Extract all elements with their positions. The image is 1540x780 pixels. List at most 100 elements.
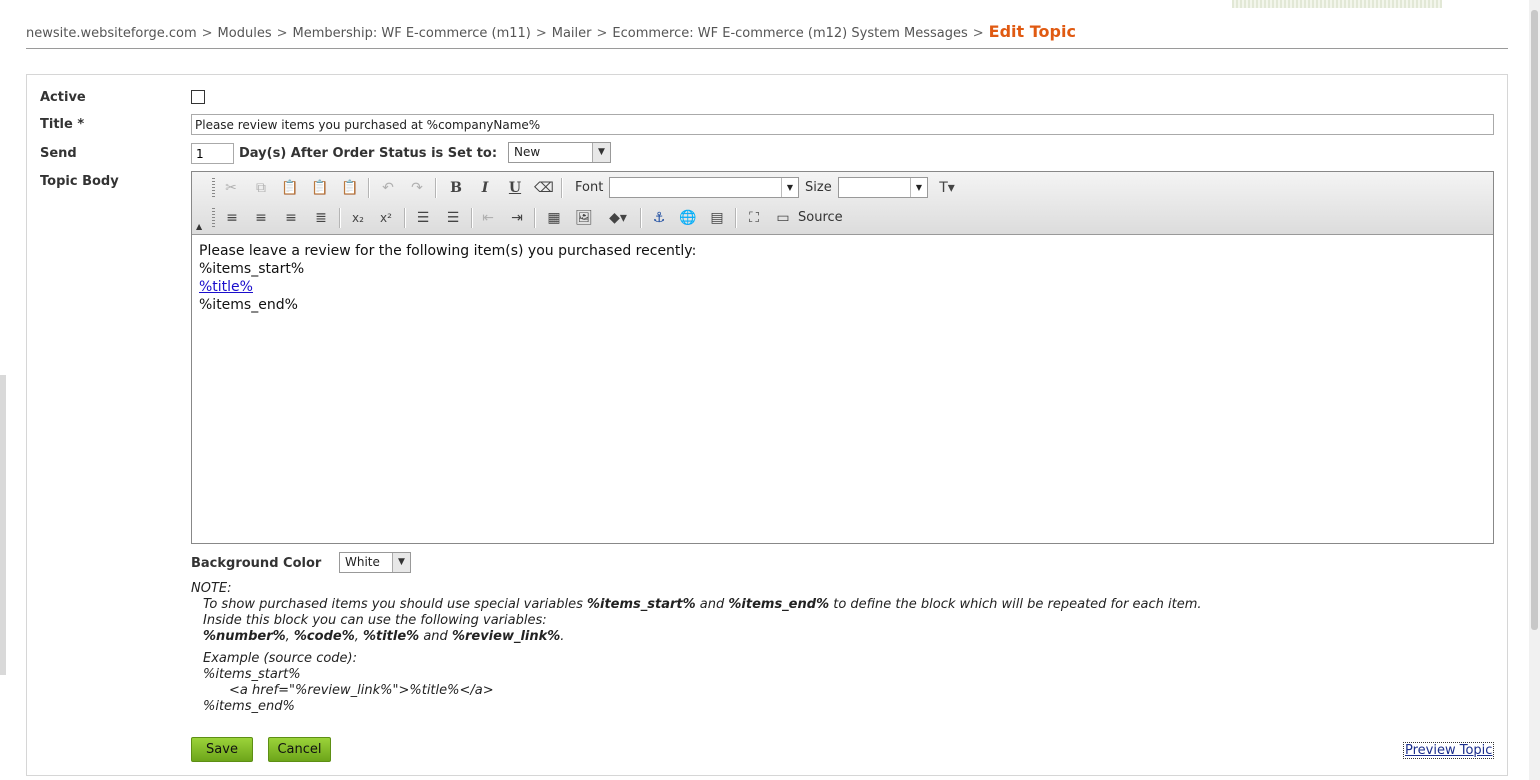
breadcrumb-site[interactable]: newsite.websiteforge.com	[26, 26, 197, 41]
toolbar-grip	[212, 208, 215, 228]
editor-content[interactable]: Please leave a review for the following …	[199, 242, 696, 314]
numbered-list-icon[interactable]: ☰	[412, 207, 434, 229]
breadcrumb-separator: >	[972, 26, 984, 41]
font-label: Font	[575, 180, 604, 195]
breadcrumb-membership[interactable]: Membership: WF E-commerce (m11)	[293, 26, 531, 41]
days-input[interactable]	[191, 143, 234, 164]
toolbar-separator	[404, 208, 406, 228]
template-icon[interactable]: ▤	[706, 207, 728, 229]
redo-icon[interactable]: ↷	[406, 177, 428, 199]
maximize-icon[interactable]: ⛶	[743, 207, 765, 229]
background-color-label: Background Color	[191, 556, 322, 571]
note-variables: %number%, %code%, %title% and %review_li…	[191, 629, 1202, 645]
background-color-select[interactable]: White ▼	[339, 552, 411, 573]
breadcrumb-modules[interactable]: Modules	[218, 26, 272, 41]
note-variable: %items_end%	[728, 597, 830, 612]
italic-icon[interactable]: I	[474, 177, 496, 199]
chevron-down-icon: ▼	[910, 178, 927, 197]
source-button-label[interactable]: Source	[798, 210, 843, 225]
toolbar-separator	[640, 208, 642, 228]
toolbar-separator	[339, 208, 341, 228]
rich-text-editor: ✂ ⧉ 📋 📋 📋 ↶ ↷ B I U ⌫ Font ▼ Size ▼ T▾ ≡…	[191, 171, 1494, 544]
justify-icon[interactable]: ≣	[310, 207, 332, 229]
note-text: ,	[354, 629, 363, 644]
copy-icon[interactable]: ⧉	[250, 177, 272, 199]
breadcrumb-system-messages[interactable]: Ecommerce: WF E-commerce (m12) System Me…	[612, 26, 967, 41]
chevron-down-icon: ▼	[592, 143, 610, 162]
source-icon[interactable]: ▭	[772, 207, 794, 229]
size-label: Size	[805, 180, 832, 195]
save-button[interactable]: Save	[191, 737, 253, 762]
send-label: Send	[40, 146, 77, 161]
note-text: To show purchased items you should use s…	[203, 597, 587, 612]
topic-body-label: Topic Body	[40, 174, 119, 189]
content-line: %items_end%	[199, 297, 298, 313]
subscript-icon[interactable]: x₂	[347, 207, 369, 229]
insert-object-icon[interactable]: ◆▾	[602, 207, 634, 229]
undo-icon[interactable]: ↶	[377, 177, 399, 199]
collapse-toolbar-icon[interactable]: ▲	[196, 222, 202, 231]
breadcrumb-separator: >	[596, 26, 608, 41]
bulleted-list-icon[interactable]: ☰	[442, 207, 464, 229]
table-icon[interactable]: ▦	[543, 207, 565, 229]
order-status-select[interactable]: New ▼	[508, 142, 611, 163]
note-text: and	[695, 597, 729, 612]
breadcrumb-separator: >	[535, 26, 547, 41]
remove-format-icon[interactable]: ⌫	[533, 177, 555, 199]
note-example-line: %items_end%	[203, 699, 295, 714]
toolbar-separator	[435, 178, 437, 198]
note-text: to define the block which will be repeat…	[829, 597, 1202, 612]
paste-text-icon[interactable]: 📋	[309, 177, 331, 199]
text-color-icon[interactable]: T▾	[932, 177, 962, 199]
note-variable: %items_start%	[586, 597, 696, 612]
breadcrumb-separator: >	[276, 26, 288, 41]
active-label: Active	[40, 90, 86, 105]
title-label: Title *	[40, 117, 85, 132]
toolbar-separator	[735, 208, 737, 228]
page-title: Edit Topic	[988, 22, 1076, 41]
align-right-icon[interactable]: ≡	[280, 207, 302, 229]
outdent-icon[interactable]: ⇤	[477, 207, 499, 229]
active-checkbox[interactable]	[191, 90, 205, 104]
underline-icon[interactable]: U	[504, 177, 526, 199]
page-scrollbar[interactable]	[1529, 0, 1540, 780]
note-line: To show purchased items you should use s…	[191, 597, 1202, 613]
note-example-heading: Example (source code):	[203, 651, 357, 666]
bold-icon[interactable]: B	[445, 177, 467, 199]
note-example-line: %items_start%	[203, 667, 301, 682]
note-line: Inside this block you can use the follow…	[203, 613, 547, 628]
align-left-icon[interactable]: ≡	[221, 207, 243, 229]
image-icon[interactable]: 🖼	[573, 207, 595, 229]
background-color-value: White	[345, 555, 380, 569]
breadcrumb-mailer[interactable]: Mailer	[552, 26, 592, 41]
align-center-icon[interactable]: ≡	[250, 207, 272, 229]
content-line: Please leave a review for the following …	[199, 243, 697, 259]
note-text: ,	[285, 629, 294, 644]
preview-topic-link[interactable]: Preview Topic	[1403, 742, 1495, 759]
left-scroll-edge	[0, 375, 6, 675]
order-status-value: New	[514, 145, 541, 159]
superscript-icon[interactable]: x²	[375, 207, 397, 229]
cut-icon[interactable]: ✂	[220, 177, 242, 199]
note-variable: %number%	[203, 629, 286, 644]
toolbar-separator	[534, 208, 536, 228]
indent-icon[interactable]: ⇥	[506, 207, 528, 229]
days-after-label: Day(s) After Order Status is Set to:	[239, 146, 498, 161]
size-combo[interactable]: ▼	[838, 177, 928, 198]
paste-word-icon[interactable]: 📋	[339, 177, 361, 199]
paste-icon[interactable]: 📋	[279, 177, 301, 199]
cancel-button[interactable]: Cancel	[268, 737, 331, 762]
breadcrumb-separator: >	[201, 26, 213, 41]
content-link[interactable]: %title%	[199, 279, 253, 295]
anchor-icon[interactable]: ⚓	[648, 207, 670, 229]
toolbar-separator	[471, 208, 473, 228]
toolbar-grip	[212, 178, 215, 198]
note-text: .	[560, 629, 565, 644]
title-input[interactable]	[191, 114, 1494, 135]
note-example-line: <a href="%review_link%">%title%</a>	[229, 683, 494, 698]
chevron-down-icon: ▼	[781, 178, 798, 197]
link-icon[interactable]: 🌐	[677, 207, 699, 229]
font-combo[interactable]: ▼	[609, 177, 799, 198]
scrollbar-thumb[interactable]	[1531, 10, 1538, 630]
editor-toolbar: ✂ ⧉ 📋 📋 📋 ↶ ↷ B I U ⌫ Font ▼ Size ▼ T▾ ≡…	[192, 172, 1493, 235]
